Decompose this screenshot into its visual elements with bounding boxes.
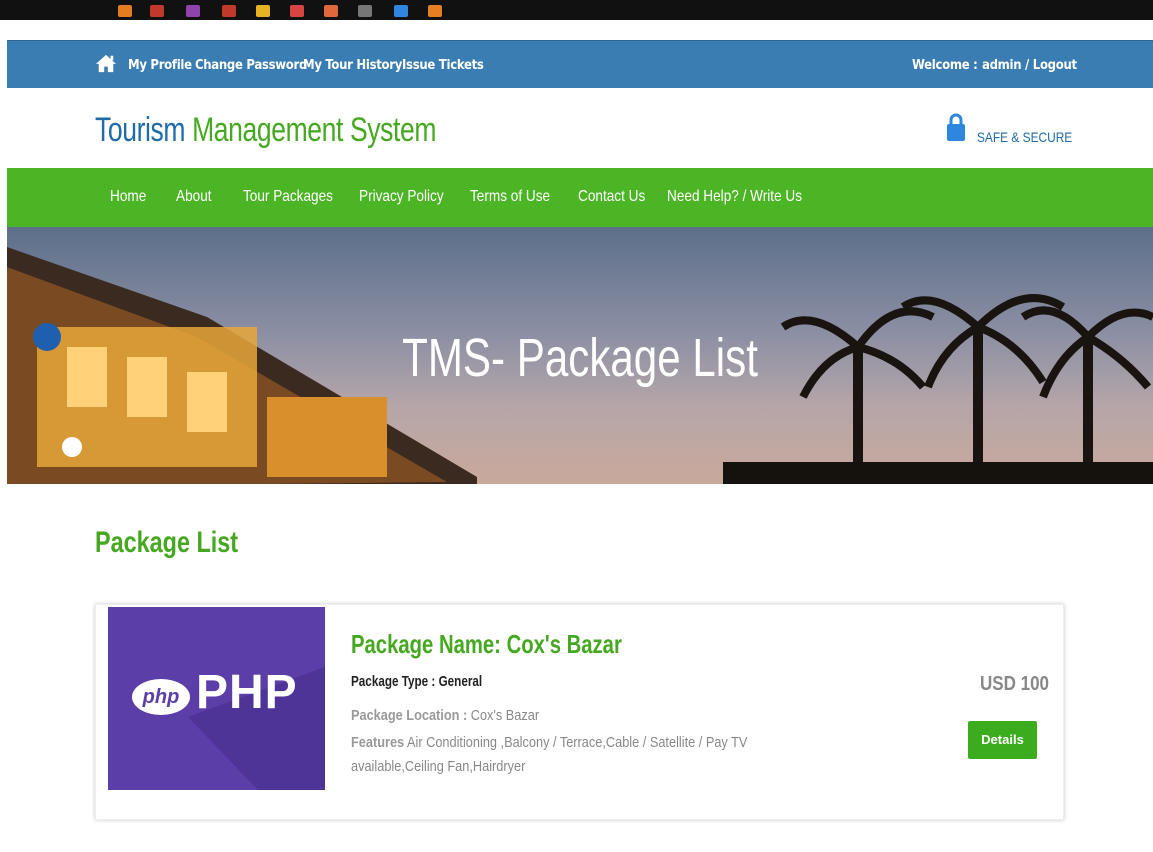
main-nav: Home About Tour Packages Privacy Policy … xyxy=(7,168,1153,227)
package-location-label: Package Location : xyxy=(351,707,468,724)
tour-history-link[interactable]: My Tour History xyxy=(303,58,402,73)
taskbar-app-icon[interactable] xyxy=(118,5,132,17)
package-location: Package Location : Cox's Bazar xyxy=(351,707,539,724)
site-header: Tourism Management System SAFE & SECURE xyxy=(7,88,1153,168)
php-logo: php xyxy=(132,679,190,715)
package-type: Package Type : General xyxy=(351,673,483,690)
details-button[interactable]: Details xyxy=(968,721,1037,759)
taskbar-app-icon[interactable] xyxy=(290,5,304,17)
taskbar-app-icon[interactable] xyxy=(222,5,236,17)
package-image[interactable]: php PHP xyxy=(108,607,325,790)
hero-banner: TMS- Package List xyxy=(7,227,1153,484)
top-bar: My Profile Change Password My Tour Histo… xyxy=(7,40,1153,88)
nav-tour-packages[interactable]: Tour Packages xyxy=(243,188,333,206)
taskbar-app-icon[interactable] xyxy=(394,5,408,17)
taskbar-app-icon[interactable] xyxy=(358,5,372,17)
nav-home[interactable]: Home xyxy=(110,188,146,206)
page-title: Package List xyxy=(95,526,239,559)
brand-text-green: Management System xyxy=(192,111,437,149)
brand-text-blue: Tourism xyxy=(95,111,186,149)
logout-link[interactable]: admin / Logout xyxy=(982,58,1077,73)
os-taskbar xyxy=(0,0,1153,20)
package-features-label: Features xyxy=(351,734,405,751)
package-card: php PHP Package Name: Cox's Bazar Packag… xyxy=(95,604,1064,820)
my-profile-link[interactable]: My Profile xyxy=(128,58,192,73)
package-location-value: Cox's Bazar xyxy=(470,707,540,724)
package-features: Features Air Conditioning ,Balcony / Ter… xyxy=(351,731,759,779)
taskbar-app-icon[interactable] xyxy=(150,5,164,17)
banner-title: TMS- Package List xyxy=(402,328,758,388)
taskbar-app-icon[interactable] xyxy=(256,5,270,17)
taskbar-app-icon[interactable] xyxy=(428,5,442,17)
welcome-label: Welcome : xyxy=(912,58,978,73)
lock-icon xyxy=(947,113,965,141)
package-name: Package Name: Cox's Bazar xyxy=(351,629,622,659)
home-icon[interactable] xyxy=(95,53,117,73)
nav-contact-us[interactable]: Contact Us xyxy=(578,188,645,206)
package-features-value: Air Conditioning ,Balcony / Terrace,Cabl… xyxy=(351,734,748,775)
php-text: PHP xyxy=(196,666,298,719)
package-price: USD 100 xyxy=(980,673,1049,695)
nav-privacy-policy[interactable]: Privacy Policy xyxy=(359,188,444,206)
taskbar-app-icon[interactable] xyxy=(324,5,338,17)
nav-need-help[interactable]: Need Help? / Write Us xyxy=(667,188,802,206)
taskbar-app-icon[interactable] xyxy=(186,5,200,17)
change-password-link[interactable]: Change Password xyxy=(195,58,307,73)
nav-about[interactable]: About xyxy=(176,188,212,206)
issue-tickets-link[interactable]: Issue Tickets xyxy=(402,58,484,73)
nav-terms-of-use[interactable]: Terms of Use xyxy=(470,188,550,206)
site-logo[interactable]: Tourism Management System xyxy=(95,110,436,150)
safe-secure-label: SAFE & SECURE xyxy=(977,129,1073,145)
